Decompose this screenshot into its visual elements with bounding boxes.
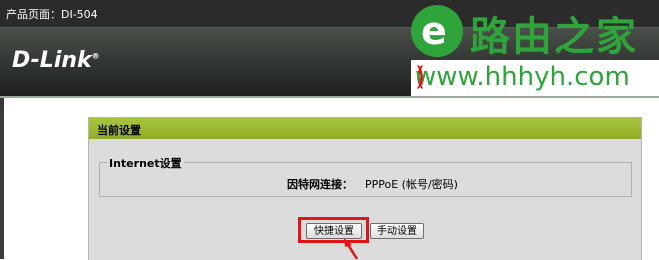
watermark-url: (www.hhhyh.com) bbox=[411, 60, 659, 96]
registered-mark-icon: ® bbox=[91, 51, 100, 61]
product-page-label: 产品页面：DI-504 bbox=[6, 8, 98, 21]
quick-setup-button[interactable]: 快捷设置 bbox=[306, 223, 362, 239]
dlink-logo: D-Link® bbox=[12, 48, 100, 73]
watermark-url-close: ) bbox=[415, 62, 426, 92]
panel-title: 当前设置 bbox=[97, 124, 141, 137]
brand-name: D-Link bbox=[12, 48, 92, 73]
pointer-arrow-icon bbox=[344, 238, 359, 259]
internet-settings-legend: Internet设置 bbox=[107, 155, 184, 171]
watermark-url-text: www.hhhyh.com bbox=[415, 62, 630, 92]
current-settings-panel: 当前设置 Internet设置 因特网连接： PPPoE (帐号/密码) 快捷设… bbox=[88, 117, 642, 260]
connection-type-value: PPPoE (帐号/密码) bbox=[365, 178, 458, 191]
left-frame-border bbox=[0, 98, 4, 259]
connection-type-label: 因特网连接： bbox=[287, 178, 353, 191]
watermark-logo-icon: e bbox=[411, 5, 463, 57]
manual-setup-button[interactable]: 手动设置 bbox=[370, 223, 424, 239]
watermark-logo-letter: e bbox=[421, 9, 447, 53]
watermark-title: 路由之家 bbox=[470, 14, 638, 60]
panel-header: 当前设置 bbox=[89, 118, 641, 139]
